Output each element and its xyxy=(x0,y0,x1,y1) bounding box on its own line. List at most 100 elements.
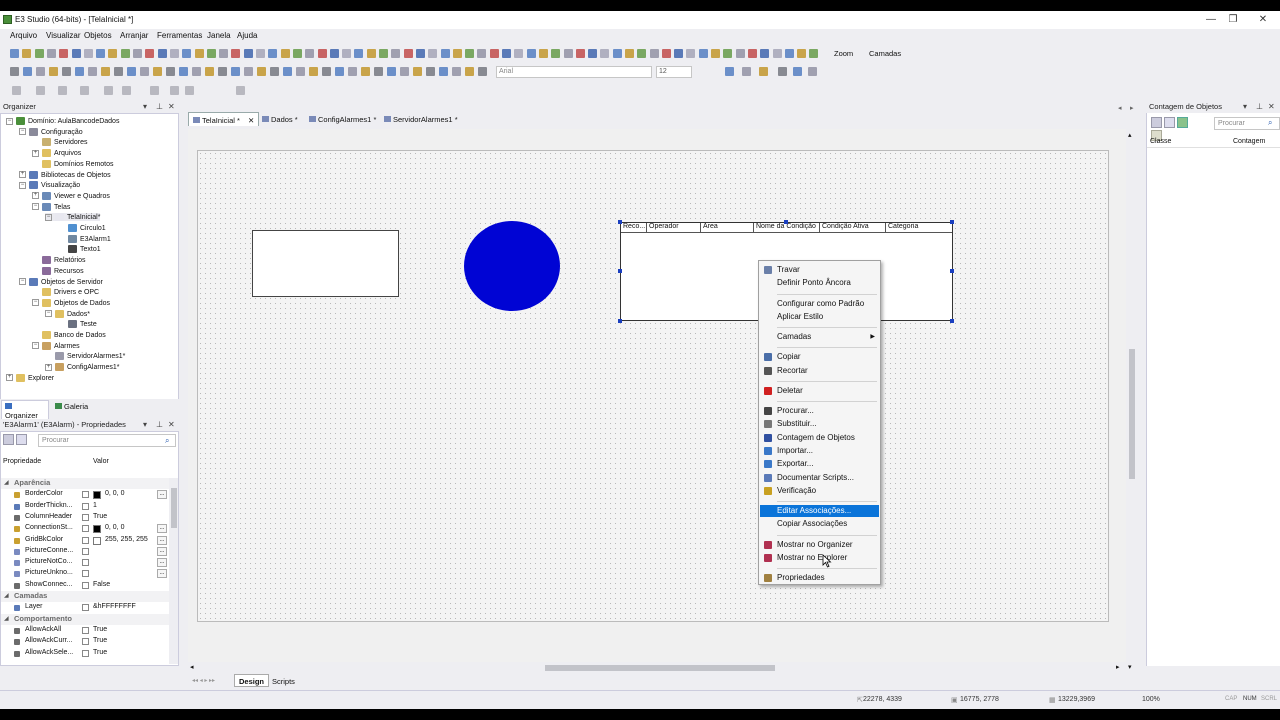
format-button-icon[interactable] xyxy=(374,67,383,76)
property-row[interactable]: BorderColor 0, 0, 0... xyxy=(1,489,169,500)
format-button-icon[interactable] xyxy=(387,67,396,76)
property-link-box[interactable] xyxy=(82,525,89,533)
property-row[interactable]: ColumnHeader True xyxy=(1,512,169,523)
toolbar-button-icon[interactable] xyxy=(686,49,695,58)
format-button-icon[interactable] xyxy=(101,67,110,76)
close-tab-icon[interactable]: ✕ xyxy=(248,116,254,125)
toolbar-button-icon[interactable] xyxy=(268,49,277,58)
alarm-col-categoria[interactable]: Categoria xyxy=(886,223,952,233)
property-row[interactable]: AllowAckCurr... True xyxy=(1,636,169,647)
format-button-icon[interactable] xyxy=(270,67,279,76)
property-link-box[interactable] xyxy=(82,547,89,555)
tree-item[interactable]: Drivers e OPC xyxy=(32,288,99,297)
close-icon[interactable]: ✕ xyxy=(1268,102,1275,111)
pin-icon[interactable]: ⊥ xyxy=(156,102,163,111)
property-link-box[interactable] xyxy=(82,502,89,510)
selection-handle[interactable] xyxy=(950,269,954,273)
toolbar-button-icon[interactable] xyxy=(330,49,339,58)
toolbar-button-icon[interactable] xyxy=(207,49,216,58)
menu-item-mostrar-no-organizer[interactable]: Mostrar no Organizer xyxy=(760,539,879,551)
draw-button-icon[interactable] xyxy=(12,86,21,95)
tree-item[interactable]: − Domínio: AulaBancodeDados xyxy=(6,117,119,125)
draw-button-icon[interactable] xyxy=(104,86,113,95)
toolbar-button-icon[interactable] xyxy=(453,49,462,58)
format-button-icon[interactable] xyxy=(23,67,32,76)
property-value[interactable]: &hFFFFFFFF xyxy=(93,603,136,610)
property-value[interactable]: True xyxy=(93,513,107,520)
format-button-icon[interactable] xyxy=(140,67,149,76)
toolbar-button-icon[interactable] xyxy=(281,49,290,58)
toolbar-button-icon[interactable] xyxy=(96,49,105,58)
menu-item-verificação[interactable]: Verificação xyxy=(760,485,879,497)
tree-item[interactable]: − Configuração xyxy=(19,127,83,136)
screen-page[interactable] xyxy=(197,150,1109,622)
tree-item[interactable]: Relatórios xyxy=(32,256,86,265)
property-row[interactable]: ConnectionSt... 0, 0, 0... xyxy=(1,523,169,534)
tab-design[interactable]: Design xyxy=(234,674,270,687)
toolbar-button-icon[interactable] xyxy=(477,49,486,58)
canvas-vertical-scrollbar[interactable]: ▴ ▾ xyxy=(1126,129,1138,674)
menu-item-propriedades[interactable]: Propriedades xyxy=(760,572,879,584)
restore-button[interactable]: ❐ xyxy=(1227,14,1239,25)
toolbar-button-icon[interactable] xyxy=(539,49,548,58)
menu-item-deletar[interactable]: Deletar xyxy=(760,385,879,397)
property-value[interactable]: 0, 0, 0 xyxy=(105,524,124,531)
format-button-icon[interactable] xyxy=(361,67,370,76)
document-tab[interactable]: ServidorAlarmes1 * xyxy=(380,112,462,126)
tree-item[interactable]: − Dados* xyxy=(45,309,90,318)
toolbar-button-icon[interactable] xyxy=(293,49,302,58)
menu-item-contagem-de-objetos[interactable]: Contagem de Objetos xyxy=(760,432,879,444)
format-button-icon[interactable] xyxy=(808,67,817,76)
dropdown-arrow-icon[interactable]: ▾ xyxy=(1243,102,1247,111)
format-button-icon[interactable] xyxy=(49,67,58,76)
property-link-box[interactable] xyxy=(82,638,89,646)
format-button-icon[interactable] xyxy=(322,67,331,76)
property-category[interactable]: Aparência xyxy=(1,478,169,489)
property-link-box[interactable] xyxy=(82,649,89,657)
toolbar-button-icon[interactable] xyxy=(711,49,720,58)
menu-item-documentar-scripts[interactable]: Documentar Scripts... xyxy=(760,472,879,484)
format-button-icon[interactable] xyxy=(218,67,227,76)
property-row[interactable]: AllowAckAll True xyxy=(1,625,169,636)
toolbar-button-icon[interactable] xyxy=(785,49,794,58)
toolbar-button-icon[interactable] xyxy=(465,49,474,58)
properties-scrollbar[interactable] xyxy=(169,478,178,664)
tree-item[interactable]: + Bibliotecas de Objetos xyxy=(19,170,111,179)
format-button-icon[interactable] xyxy=(153,67,162,76)
tree-item[interactable]: + Arquivos xyxy=(32,149,81,158)
toolbar-button-icon[interactable] xyxy=(84,49,93,58)
toolbar-button-icon[interactable] xyxy=(551,49,560,58)
format-button-icon[interactable] xyxy=(192,67,201,76)
toolbar-button-icon[interactable] xyxy=(773,49,782,58)
menu-item-substituir[interactable]: Substituir... xyxy=(760,418,879,430)
property-value[interactable]: 1 xyxy=(93,502,97,509)
document-tab[interactable]: Dados * xyxy=(258,112,302,126)
toolbar-button-icon[interactable] xyxy=(502,49,511,58)
menu-item-mostrar-no-explorer[interactable]: Mostrar no Explorer xyxy=(760,552,879,564)
toolbar-button-icon[interactable] xyxy=(441,49,450,58)
property-link-box[interactable] xyxy=(82,559,89,567)
menu-visualizar[interactable]: Visualizar xyxy=(46,31,81,40)
properties-search-input[interactable]: Procurar xyxy=(38,434,176,447)
tree-item[interactable]: − Objetos de Dados xyxy=(32,298,110,307)
menu-item-copiar-associações[interactable]: Copiar Associações xyxy=(760,518,879,530)
toolbar-button-icon[interactable] xyxy=(318,49,327,58)
tab-scripts[interactable]: Scripts xyxy=(268,675,299,687)
toolbar-button-icon[interactable] xyxy=(416,49,425,58)
toolbar-button-icon[interactable] xyxy=(809,49,818,58)
ellipsis-button[interactable]: ... xyxy=(157,490,167,500)
format-button-icon[interactable] xyxy=(166,67,175,76)
toolbar-button-icon[interactable] xyxy=(576,49,585,58)
toolbar-button-icon[interactable] xyxy=(428,49,437,58)
search-icon[interactable]: ⌕ xyxy=(165,436,169,446)
minimize-button[interactable]: — xyxy=(1205,14,1217,25)
toolbar-button-icon[interactable] xyxy=(391,49,400,58)
menu-item-exportar[interactable]: Exportar... xyxy=(760,458,879,470)
draw-button-icon[interactable] xyxy=(150,86,159,95)
format-button-icon[interactable] xyxy=(400,67,409,76)
menu-item-definir-ponto-âncora[interactable]: Definir Ponto Âncora xyxy=(760,277,879,289)
format-button-icon[interactable] xyxy=(465,67,474,76)
toolbar-button-icon[interactable] xyxy=(59,49,68,58)
dropdown-arrow-icon[interactable]: ▾ xyxy=(143,420,147,429)
property-link-box[interactable] xyxy=(82,570,89,578)
